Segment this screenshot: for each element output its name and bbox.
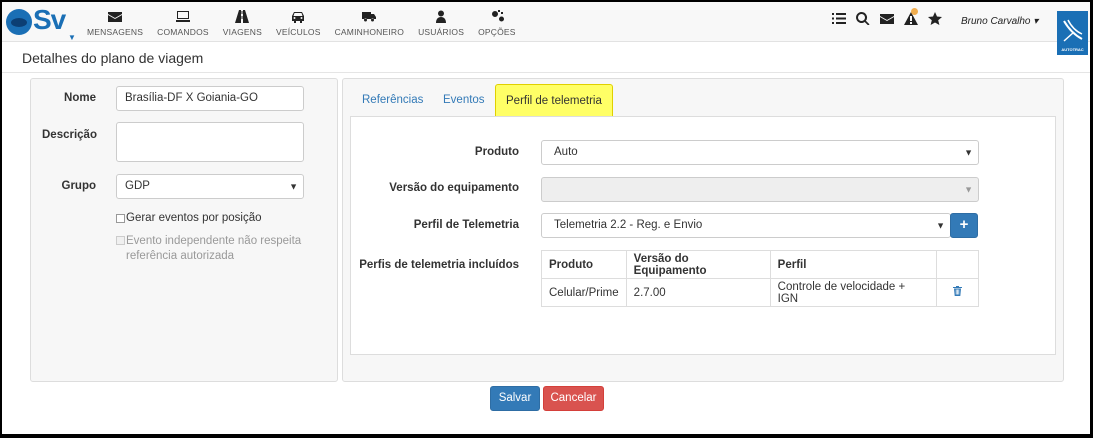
top-navbar: Sv ▼ MENSAGENS COMANDOS VIAGENS VEÍCULOS (2, 2, 1090, 42)
nav-label: OPÇÕES (478, 27, 516, 37)
perfil-telemetria-label: Perfil de Telemetria (413, 219, 519, 231)
envelope-icon (108, 12, 123, 22)
trash-icon[interactable] (952, 286, 962, 296)
perfis-incluidos-label: Perfis de telemetria incluídos (359, 259, 519, 271)
nav-comandos[interactable]: COMANDOS (150, 2, 216, 42)
nav-viagens[interactable]: VIAGENS (216, 2, 269, 42)
cell-produto: Celular/Prime (541, 278, 627, 307)
nav-veiculos[interactable]: VEÍCULOS (269, 2, 328, 42)
notification-badge (911, 8, 918, 15)
evento-independente-checkbox: Evento independente não respeita referên… (116, 234, 316, 264)
versao-select: ▼ (541, 177, 979, 202)
nav-usuarios[interactable]: USUÁRIOS (411, 2, 471, 42)
divider (2, 72, 1090, 73)
search-icon[interactable] (856, 12, 870, 25)
autotrac-logo-icon (1063, 19, 1083, 42)
table-header-row: Produto Versão do Equipamento Perfil (541, 250, 980, 279)
brand-logo: AUTOTRAC (1057, 11, 1088, 55)
list-icon[interactable] (832, 12, 846, 25)
envelope-icon[interactable] (880, 12, 894, 25)
cancel-button[interactable]: Cancelar (543, 386, 604, 411)
versao-label: Versão do equipamento (389, 182, 519, 194)
user-icon (436, 10, 447, 23)
truck-icon (362, 12, 377, 22)
perfil-telemetria-value: Telemetria 2.2 - Reg. e Envio (554, 219, 703, 231)
descricao-textarea[interactable] (116, 122, 304, 162)
user-name: Bruno Carvalho (961, 16, 1031, 27)
tab-perfil-telemetria[interactable]: Perfil de telemetria (495, 84, 613, 116)
descricao-label: Descrição (42, 129, 97, 141)
col-perfil: Perfil (769, 250, 937, 279)
caret-down-icon: ▾ (1033, 16, 1039, 27)
nav-mensagens[interactable]: MENSAGENS (80, 2, 150, 42)
produto-value: Auto (554, 146, 578, 158)
perfis-table: Produto Versão do Equipamento Perfil Cel… (541, 250, 980, 307)
grupo-label: Grupo (61, 180, 97, 192)
save-button[interactable]: Salvar (490, 386, 540, 411)
cell-perfil: Controle de velocidade + IGN (769, 278, 937, 307)
cell-actions (935, 278, 980, 307)
nav-label: COMANDOS (157, 27, 209, 37)
grupo-value: GDP (125, 180, 150, 192)
dropdown-arrow-icon: ▼ (936, 220, 945, 230)
nav-label: VEÍCULOS (276, 27, 321, 37)
perfil-telemetria-select[interactable]: Telemetria 2.2 - Reg. e Envio ▼ (541, 213, 951, 238)
header-actions (832, 8, 942, 25)
tab-eventos[interactable]: Eventos (443, 84, 485, 116)
page-title: Detalhes do plano de viagem (22, 50, 204, 66)
nome-input[interactable]: Brasília-DF X Goiania-GO (116, 86, 304, 111)
logo-mark (6, 9, 32, 35)
app-window: Sv ▼ MENSAGENS COMANDOS VIAGENS VEÍCULOS (2, 2, 1090, 434)
cell-versao: 2.7.00 (625, 278, 771, 307)
nav-caminhoneiro[interactable]: CAMINHONEIRO (328, 2, 411, 42)
logo-caret-icon: ▼ (68, 33, 76, 42)
table-row: Celular/Prime 2.7.00 Controle de velocid… (541, 278, 980, 307)
tab-referencias[interactable]: Referências (362, 84, 423, 116)
main-nav: MENSAGENS COMANDOS VIAGENS VEÍCULOS CAMI… (80, 2, 523, 42)
add-perfil-button[interactable]: + (950, 213, 978, 238)
produto-select[interactable]: Auto ▼ (541, 140, 979, 165)
nav-opcoes[interactable]: OPÇÕES (471, 2, 523, 42)
col-produto: Produto (541, 250, 627, 279)
car-icon (292, 12, 305, 23)
monitor-icon (175, 11, 190, 22)
col-actions (935, 250, 980, 279)
col-versao: Versão do Equipamento (625, 250, 771, 279)
nome-label: Nome (64, 92, 96, 104)
gears-icon (491, 10, 504, 22)
brand-text: AUTOTRAC (1061, 47, 1084, 52)
produto-label: Produto (474, 146, 519, 158)
evento-independente-label: Evento independente não respeita referên… (126, 235, 302, 262)
alerts[interactable] (904, 8, 918, 25)
app-logo[interactable]: Sv ▼ (6, 4, 76, 42)
dropdown-arrow-icon: ▼ (289, 181, 298, 191)
nav-label: MENSAGENS (87, 27, 144, 37)
road-icon (235, 10, 250, 23)
plus-icon: + (959, 216, 969, 233)
nav-label: VIAGENS (222, 27, 262, 37)
dropdown-arrow-icon: ▼ (964, 184, 973, 194)
grupo-select[interactable]: GDP ▼ (116, 174, 304, 199)
dropdown-arrow-icon: ▼ (964, 147, 973, 157)
checkbox-box[interactable] (116, 214, 125, 223)
user-menu[interactable]: Bruno Carvalho ▾ (961, 16, 1038, 27)
nav-label: USUÁRIOS (418, 27, 465, 37)
star-icon[interactable] (928, 12, 942, 25)
gerar-eventos-label: Gerar eventos por posição (126, 212, 262, 224)
logo-text: Sv (33, 4, 66, 35)
gerar-eventos-checkbox[interactable]: Gerar eventos por posição (116, 212, 316, 224)
nav-label: CAMINHONEIRO (334, 27, 405, 37)
checkbox-box (116, 236, 125, 245)
